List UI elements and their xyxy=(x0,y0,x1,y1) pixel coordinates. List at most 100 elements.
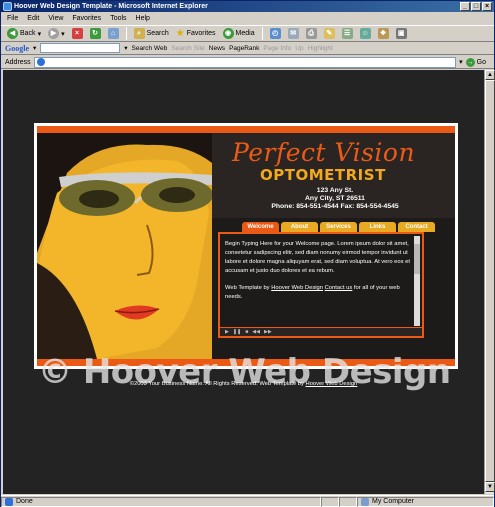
zone-cell: My Computer xyxy=(357,496,494,507)
phone-fax: Phone: 854-551-4544 Fax: 854-554-4545 xyxy=(271,203,399,210)
footer-hoover-link[interactable]: Hoover Web Design xyxy=(306,381,358,387)
menu-edit[interactable]: Edit xyxy=(27,15,39,22)
menu-help[interactable]: Help xyxy=(136,15,150,22)
status-bar: Done My Computer xyxy=(1,495,494,507)
site-footer: ©2003 Your Business Name. All Rights Res… xyxy=(3,381,484,387)
go-button[interactable]: → Go xyxy=(465,57,494,67)
menu-bar: File Edit View Favorites Tools Help xyxy=(1,12,494,24)
scroll-thumb[interactable] xyxy=(414,244,420,274)
tab-contact[interactable]: Contact xyxy=(398,222,435,232)
pagerank-button[interactable]: PageRank xyxy=(229,45,259,52)
mail-icon: ✉ xyxy=(287,28,299,39)
menu-tools[interactable]: Tools xyxy=(110,15,126,22)
tab-services[interactable]: Services xyxy=(320,222,357,232)
status-cell xyxy=(339,496,357,507)
messenger-button[interactable]: ☺ xyxy=(358,27,373,41)
google-search-input[interactable] xyxy=(40,43,121,53)
content-text: Begin Typing Here for your Welcome page.… xyxy=(225,240,413,310)
page-done-icon xyxy=(5,497,13,506)
close-button[interactable]: × xyxy=(482,2,492,11)
scroll-up-arrow-icon[interactable]: ▲ xyxy=(485,70,495,80)
page-viewport[interactable]: Perfect Vision OPTOMETRIST 123 Any St. A… xyxy=(3,70,484,494)
home-button[interactable]: ⌂ xyxy=(106,27,121,41)
discuss-button[interactable]: ☰ xyxy=(340,27,355,41)
stop-icon: × xyxy=(71,28,83,39)
address-label: Address xyxy=(5,58,31,66)
search-site-button[interactable]: Search Site xyxy=(171,45,205,52)
google-logo[interactable]: Google xyxy=(5,44,29,53)
maximize-button[interactable]: □ xyxy=(471,2,481,11)
favorites-button[interactable]: ★ Favorites xyxy=(174,27,218,41)
scroll-down-arrow-icon[interactable]: ▼ xyxy=(485,482,495,492)
tab-about[interactable]: About xyxy=(281,222,318,232)
contact-us-link[interactable]: Contact us xyxy=(325,285,353,291)
go-arrow-icon: → xyxy=(465,57,475,67)
research-button[interactable]: ❖ xyxy=(376,27,391,41)
tab-welcome[interactable]: Welcome xyxy=(242,222,279,232)
content-box[interactable]: Begin Typing Here for your Welcome page.… xyxy=(218,232,424,338)
edit-button[interactable]: ✎ xyxy=(322,27,337,41)
footer-copyright: ©2003 Your Business Name. All Rights Res… xyxy=(129,381,306,387)
address-bar: Address ▾ → Go xyxy=(1,56,494,69)
stop-icon[interactable]: ■ xyxy=(245,329,248,335)
site-title: Perfect Vision xyxy=(232,138,416,167)
history-icon: ◴ xyxy=(269,28,281,39)
forward-icon[interactable]: ▶▶ xyxy=(264,329,272,335)
mail-button[interactable]: ✉ xyxy=(286,27,301,41)
print-button[interactable]: ⎙ xyxy=(304,27,319,41)
search-web-button[interactable]: Search Web xyxy=(132,45,168,52)
site-subtitle: OPTOMETRIST xyxy=(260,166,386,184)
face-illustration xyxy=(37,133,212,359)
credit-paragraph: Web Template by Hoover Web Design Contac… xyxy=(225,285,400,300)
status-cell xyxy=(321,496,339,507)
tab-links[interactable]: Links xyxy=(359,222,396,232)
star-icon: ★ xyxy=(175,28,185,39)
title-bar[interactable]: Hoover Web Design Template - Microsoft I… xyxy=(1,1,494,12)
menu-favorites[interactable]: Favorites xyxy=(72,15,101,22)
menu-view[interactable]: View xyxy=(48,15,63,22)
contact-info: 123 Any St. Any City, ST 26511 Phone: 85… xyxy=(260,187,410,211)
search-button[interactable]: ⌕ Search xyxy=(132,27,171,41)
content-scrollbar[interactable] xyxy=(414,236,420,326)
page-info-button[interactable]: Page Info xyxy=(263,45,291,52)
browser-window: Hoover Web Design Template - Microsoft I… xyxy=(0,0,495,507)
chevron-down-icon: ▾ xyxy=(33,45,37,52)
media-button[interactable]: ◉ Media xyxy=(221,27,257,41)
separator xyxy=(125,27,127,40)
page-icon xyxy=(36,58,45,66)
history-button[interactable]: ◴ xyxy=(268,27,283,41)
city-state: Any City, ST 26511 xyxy=(305,195,365,202)
scroll-thumb[interactable] xyxy=(485,80,495,482)
google-toolbar: Google ▾ ▾ Search Web Search Site News P… xyxy=(1,42,494,55)
site-header: Perfect Vision OPTOMETRIST 123 Any St. A… xyxy=(212,133,455,218)
back-arrow-icon: ◀ xyxy=(7,28,18,39)
up-button[interactable]: Up xyxy=(295,45,303,52)
print-icon: ⎙ xyxy=(305,28,317,39)
home-icon: ⌂ xyxy=(107,28,119,39)
highlight-button[interactable]: Highlight xyxy=(308,45,333,52)
menu-file[interactable]: File xyxy=(7,15,18,22)
rewind-icon[interactable]: ◀◀ xyxy=(252,329,260,335)
status-text-cell: Done xyxy=(1,496,321,507)
standard-toolbar: ◀ Back ▾ ▶ ▾ × ↻ ⌂ ⌕ Search ★ Favorites ◉ Med… xyxy=(1,25,494,42)
page-scrollbar[interactable]: ▲ ▼ xyxy=(484,70,495,494)
hoover-link[interactable]: Hoover Web Design xyxy=(271,285,323,291)
address-input[interactable] xyxy=(33,56,457,68)
pause-icon[interactable]: ❚❚ xyxy=(233,329,241,335)
welcome-paragraph: Begin Typing Here for your Welcome page.… xyxy=(225,241,410,274)
research-icon: ❖ xyxy=(377,28,389,39)
back-button[interactable]: ◀ Back ▾ xyxy=(5,27,43,41)
minimize-button[interactable]: _ xyxy=(460,2,470,11)
discuss-icon: ☰ xyxy=(341,28,353,39)
separator xyxy=(261,27,263,40)
site-nav: Welcome About Services Links Contact xyxy=(242,222,435,232)
news-button[interactable]: News xyxy=(209,45,225,52)
tool-icon: ▣ xyxy=(395,28,407,39)
refresh-button[interactable]: ↻ xyxy=(88,27,103,41)
chevron-down-icon[interactable]: ▾ xyxy=(459,58,463,66)
stop-button[interactable]: × xyxy=(70,27,85,41)
extra-button[interactable]: ▣ xyxy=(394,27,409,41)
search-icon: ⌕ xyxy=(133,28,145,39)
forward-button[interactable]: ▶ ▾ xyxy=(46,27,67,41)
play-icon[interactable]: ▶ xyxy=(225,329,229,335)
